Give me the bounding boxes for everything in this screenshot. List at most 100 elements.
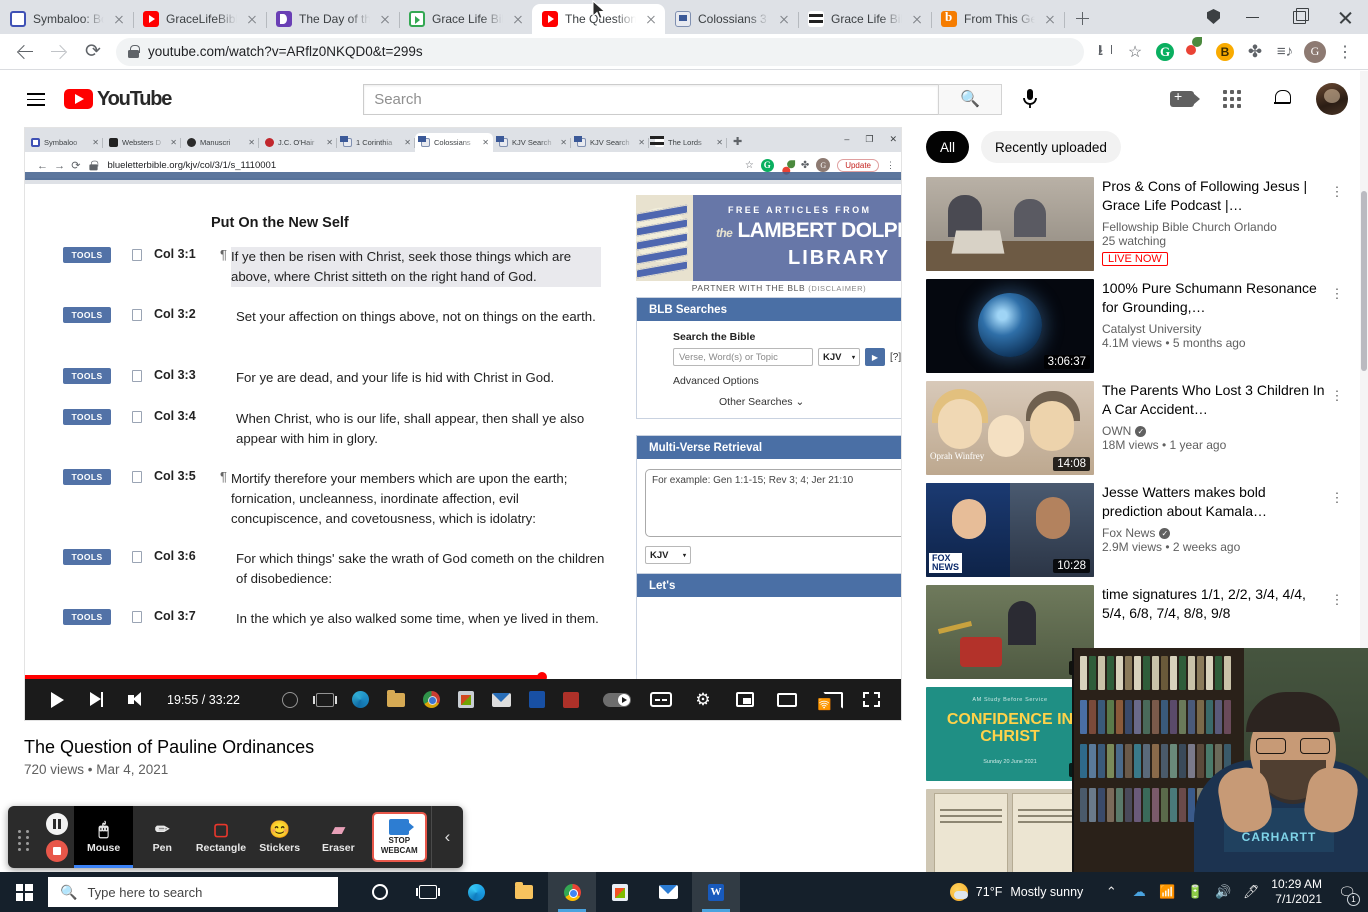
disclaimer-text[interactable]: (DISCLAIMER) [808,284,866,293]
verse-reference[interactable]: Col 3:4 [154,409,214,423]
search-go-button[interactable]: ▶ [865,348,885,366]
cherry-extension-icon[interactable] [782,159,795,175]
video-thumbnail[interactable]: AM Study Before Service CONFIDENCE IN CH… [926,687,1094,781]
cherry-extension-icon[interactable] [1180,37,1210,67]
browser-tab-3[interactable]: Grace Life Bib [399,4,532,34]
address-bar[interactable]: youtube.com/watch?v=ARflz0NKQD0&t=299s [116,37,1084,66]
recommended-video-0[interactable]: Pros & Cons of Following Jesus | Grace L… [926,177,1346,271]
scrollbar-thumb[interactable] [1361,191,1367,371]
browser-tab-1[interactable]: GraceLifeBibl [133,4,267,34]
inner-new-tab-button[interactable]: ✚ [733,135,742,148]
new-tab-button[interactable] [1068,4,1096,32]
volume-button[interactable] [117,679,157,720]
copy-icon[interactable] [132,249,142,261]
close-icon[interactable]: ✕ [404,138,411,147]
inner-tab-2[interactable]: Manuscri ✕ [181,133,259,152]
word-icon[interactable]: W [692,872,740,912]
video-menu-icon[interactable]: ⋮ [1328,487,1346,509]
voice-search-icon[interactable] [1010,79,1050,119]
reading-list-icon[interactable]: ≡♪ [1270,37,1300,67]
video-menu-icon[interactable]: ⋮ [1328,181,1346,203]
bookmark-star-icon[interactable]: ☆ [745,160,754,171]
tools-button[interactable]: TOOLS [63,247,111,263]
taskbar-search-input[interactable]: 🔍 Type here to search [48,877,338,907]
search-input[interactable]: Search [363,83,939,115]
cast-button[interactable] [809,679,849,720]
verse-reference[interactable]: Col 3:1 [154,247,214,261]
video-title[interactable]: time signatures 1/1, 2/2, 3/4, 4/4, 5/4,… [1102,585,1328,623]
miniplayer-button[interactable] [725,679,765,720]
verse-reference[interactable]: Col 3:5 [154,469,214,483]
reload-icon[interactable]: ⟳ [76,35,110,69]
inner-tab-6[interactable]: KJV Search ✕ [493,133,571,152]
cortana-icon[interactable] [356,872,404,912]
copy-icon[interactable] [132,309,142,321]
video-title[interactable]: Pros & Cons of Following Jesus | Grace L… [1102,177,1328,215]
create-video-icon[interactable] [1162,79,1202,119]
clock[interactable]: 10:29 AM 7/1/2021 [1265,877,1332,907]
channel-name[interactable]: Fellowship Bible Church Orlando [1102,220,1328,234]
browser-tab-6[interactable]: Grace Life Bib [798,4,932,34]
video-thumbnail[interactable]: FOX NEWS 10:28 [926,483,1094,577]
channel-name[interactable]: Fox News ✓ [1102,526,1328,540]
notifications-bell-icon[interactable] [1262,79,1302,119]
inner-tab-1[interactable]: Websters D ✕ [103,133,181,152]
close-icon[interactable]: ✕ [248,138,255,147]
close-icon[interactable]: ✕ [716,138,723,147]
inner-nav-buttons[interactable]: ← → ⟳ [33,159,80,172]
tool-rectangle[interactable]: ▢ Rectangle [192,806,251,868]
inner-tab-3[interactable]: J.C. O'Hair ✕ [259,133,337,152]
browser-tab-7[interactable]: From This Ge [931,4,1065,34]
profile-avatar[interactable]: G [1300,37,1330,67]
tool-mouse[interactable]: 🖱 Mouse [74,806,133,868]
close-icon[interactable] [909,11,925,27]
channel-name[interactable]: Catalyst University [1102,322,1328,336]
next-button[interactable] [77,679,117,720]
fullscreen-button[interactable] [851,679,891,720]
close-icon[interactable] [510,11,526,27]
guide-menu-icon[interactable] [16,79,56,119]
extensions-puzzle-icon[interactable]: ✤ [1240,37,1270,67]
advanced-options-link[interactable]: Advanced Options [673,375,901,387]
tools-button[interactable]: TOOLS [63,469,111,485]
battery-icon[interactable]: 🔋 [1181,872,1209,912]
mail-icon[interactable] [644,872,692,912]
recommended-video-2[interactable]: Oprah Winfrey 14:08 The Parents Who Lost… [926,381,1346,475]
browser-tab-2[interactable]: The Day of th [266,4,400,34]
file-explorer-icon[interactable] [500,872,548,912]
inner-tab-7[interactable]: KJV Search ✕ [571,133,649,152]
bitwarden-icon[interactable]: B [1210,37,1240,67]
onedrive-icon[interactable]: ☁ [1125,872,1153,912]
close-icon[interactable] [1042,11,1058,27]
inner-tab-4[interactable]: 1 Corinthia ✕ [337,133,415,152]
close-icon[interactable]: ✕ [638,138,645,147]
weather-widget[interactable]: 71°F Mostly sunny [949,883,1083,901]
grammarly-icon[interactable]: G [1150,37,1180,67]
tools-button[interactable]: TOOLS [63,368,111,384]
pen-menu-icon[interactable]: 🖊 [1237,872,1265,912]
close-icon[interactable]: ✕ [560,138,567,147]
channel-name[interactable]: OWN ✓ [1102,424,1328,438]
volume-icon[interactable]: 🔊 [1209,872,1237,912]
copy-icon[interactable] [132,551,142,563]
play-button[interactable] [37,679,77,720]
search-button[interactable]: 🔍 [938,83,1003,115]
tools-button[interactable]: TOOLS [63,549,111,565]
video-thumbnail[interactable]: 3:06:37 [926,279,1094,373]
apps-grid-icon[interactable] [1212,79,1252,119]
video-thumbnail[interactable]: 12 [926,585,1094,679]
start-button[interactable] [0,872,48,912]
video-thumbnail[interactable] [926,177,1094,271]
tool-eraser[interactable]: ▰ Eraser [309,806,368,868]
copy-icon[interactable] [132,370,142,382]
notification-center-button[interactable]: 🗨 1 [1332,872,1362,912]
chrome-icon[interactable] [548,872,596,912]
tools-button[interactable]: TOOLS [63,409,111,425]
browser-tab-5[interactable]: Colossians 3 [665,4,799,34]
close-icon[interactable] [244,11,260,27]
copy-icon[interactable] [132,411,142,423]
copy-icon[interactable] [132,611,142,623]
network-icon[interactable]: 📶 [1153,872,1181,912]
verse-reference[interactable]: Col 3:2 [154,307,214,321]
stop-recording-button[interactable] [46,839,69,862]
